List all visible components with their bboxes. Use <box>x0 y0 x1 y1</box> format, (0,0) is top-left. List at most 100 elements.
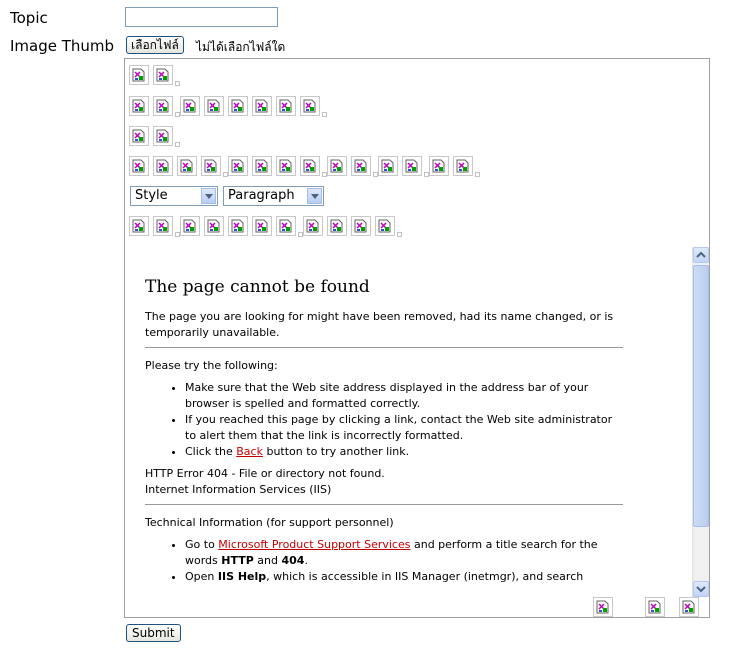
broken-image-icon <box>306 219 319 233</box>
submit-button[interactable]: Submit <box>126 624 181 642</box>
choose-file-button[interactable]: เลือกไฟล์ <box>126 36 184 54</box>
try-heading: Please try the following: <box>145 359 278 372</box>
broken-image-icon <box>183 99 196 113</box>
toolbar-group <box>180 216 303 237</box>
toolbar-button[interactable] <box>303 216 323 236</box>
support-services-link[interactable]: Microsoft Product Support Services <box>218 538 410 551</box>
toolbar-button[interactable] <box>129 126 149 146</box>
chevron-down-icon <box>307 188 322 204</box>
toolbar-button[interactable] <box>327 216 347 236</box>
toolbar-button[interactable] <box>276 156 296 176</box>
broken-image-icon <box>180 159 193 173</box>
toolbar-group <box>180 96 327 117</box>
broken-image-icon <box>648 600 661 614</box>
chevron-down-icon <box>696 586 706 593</box>
style-select[interactable]: Style <box>130 186 218 206</box>
toolbar-button[interactable] <box>129 65 149 85</box>
tips-list: Make sure that the Web site address disp… <box>145 380 625 460</box>
editor-content-area[interactable]: The page cannot be found The page you ar… <box>125 247 693 597</box>
toolbar-button[interactable] <box>129 216 149 236</box>
broken-image-icon <box>381 159 394 173</box>
toolbar-row-3 <box>129 126 180 147</box>
toolbar-button[interactable] <box>201 156 221 176</box>
toolbar-button[interactable] <box>153 216 173 236</box>
broken-image-icon <box>156 68 169 82</box>
broken-image-icon <box>303 99 316 113</box>
toolbar-button[interactable] <box>453 156 473 176</box>
list-item: Make sure that the Web site address disp… <box>185 380 625 412</box>
toolbar-button[interactable] <box>351 216 371 236</box>
topic-input[interactable] <box>125 7 278 27</box>
toolbar-button[interactable] <box>204 96 224 116</box>
toolbar-button[interactable] <box>153 65 173 85</box>
list-item: Click the Back button to try another lin… <box>185 444 625 460</box>
toolbar-button[interactable] <box>129 156 149 176</box>
toolbar-button[interactable] <box>252 156 272 176</box>
broken-image-icon <box>279 159 292 173</box>
toolbar-button[interactable] <box>228 216 248 236</box>
preview-mode-button[interactable] <box>679 597 699 617</box>
broken-image-icon <box>156 219 169 233</box>
error-code: HTTP Error 404 - File or directory not f… <box>145 467 385 480</box>
design-mode-button[interactable] <box>593 597 613 617</box>
list-item: Go to Microsoft Product Support Services… <box>185 537 625 569</box>
tech-heading: Technical Information (for support perso… <box>145 516 394 529</box>
scroll-up-button[interactable] <box>693 247 709 263</box>
toolbar-button[interactable] <box>129 96 149 116</box>
toolbar-button[interactable] <box>180 96 200 116</box>
toolbar-group <box>129 156 228 177</box>
broken-image-icon <box>378 219 391 233</box>
chevron-up-icon <box>696 251 706 258</box>
toolbar-button[interactable] <box>402 156 422 176</box>
scroll-down-button[interactable] <box>693 581 709 597</box>
toolbar-group <box>378 156 429 177</box>
toolbar-group <box>129 216 180 237</box>
broken-image-icon <box>255 159 268 173</box>
toolbar-button[interactable] <box>429 156 449 176</box>
broken-image-icon <box>330 219 343 233</box>
toolbar-group <box>303 216 402 237</box>
broken-image-icon <box>207 219 220 233</box>
style-select-value: Style <box>135 188 168 203</box>
topic-label: Topic <box>10 9 48 27</box>
toolbar-button[interactable] <box>177 156 197 176</box>
html-mode-button[interactable] <box>645 597 665 617</box>
toolbar-button[interactable] <box>228 156 248 176</box>
toolbar-group <box>429 156 480 177</box>
file-status-text: ไม่ได้เลือกไฟล์ใด <box>196 40 286 54</box>
toolbar-button[interactable] <box>351 156 371 176</box>
toolbar-button[interactable] <box>327 156 347 176</box>
broken-image-icon <box>231 159 244 173</box>
broken-image-icon <box>132 219 145 233</box>
broken-image-icon <box>183 219 196 233</box>
toolbar-button[interactable] <box>378 156 398 176</box>
toolbar-button[interactable] <box>300 96 320 116</box>
error-heading: The page cannot be found <box>145 277 370 297</box>
format-select[interactable]: Paragraph <box>223 186 324 206</box>
broken-image-icon <box>132 129 145 143</box>
scroll-thumb[interactable] <box>693 265 709 527</box>
back-link[interactable]: Back <box>236 445 263 458</box>
toolbar-button[interactable] <box>204 216 224 236</box>
toolbar-group <box>327 156 378 177</box>
list-item: Open IIS Help, which is accessible in II… <box>185 569 625 585</box>
toolbar-button[interactable] <box>375 216 395 236</box>
error-intro: The page you are looking for might have … <box>145 310 614 339</box>
vertical-scrollbar[interactable] <box>692 247 709 597</box>
toolbar-button[interactable] <box>276 216 296 236</box>
toolbar-button[interactable] <box>180 216 200 236</box>
broken-image-icon <box>255 219 268 233</box>
toolbar-button[interactable] <box>276 96 296 116</box>
broken-image-icon <box>156 129 169 143</box>
toolbar-button[interactable] <box>153 156 173 176</box>
rich-text-editor: Style Paragraph The page cannot be found… <box>124 58 710 618</box>
broken-image-icon <box>132 68 145 82</box>
toolbar-button[interactable] <box>228 96 248 116</box>
toolbar-button[interactable] <box>252 216 272 236</box>
toolbar-button[interactable] <box>300 156 320 176</box>
toolbar-button[interactable] <box>153 126 173 146</box>
toolbar-button[interactable] <box>153 96 173 116</box>
broken-image-icon <box>231 219 244 233</box>
broken-image-icon <box>303 159 316 173</box>
toolbar-button[interactable] <box>252 96 272 116</box>
